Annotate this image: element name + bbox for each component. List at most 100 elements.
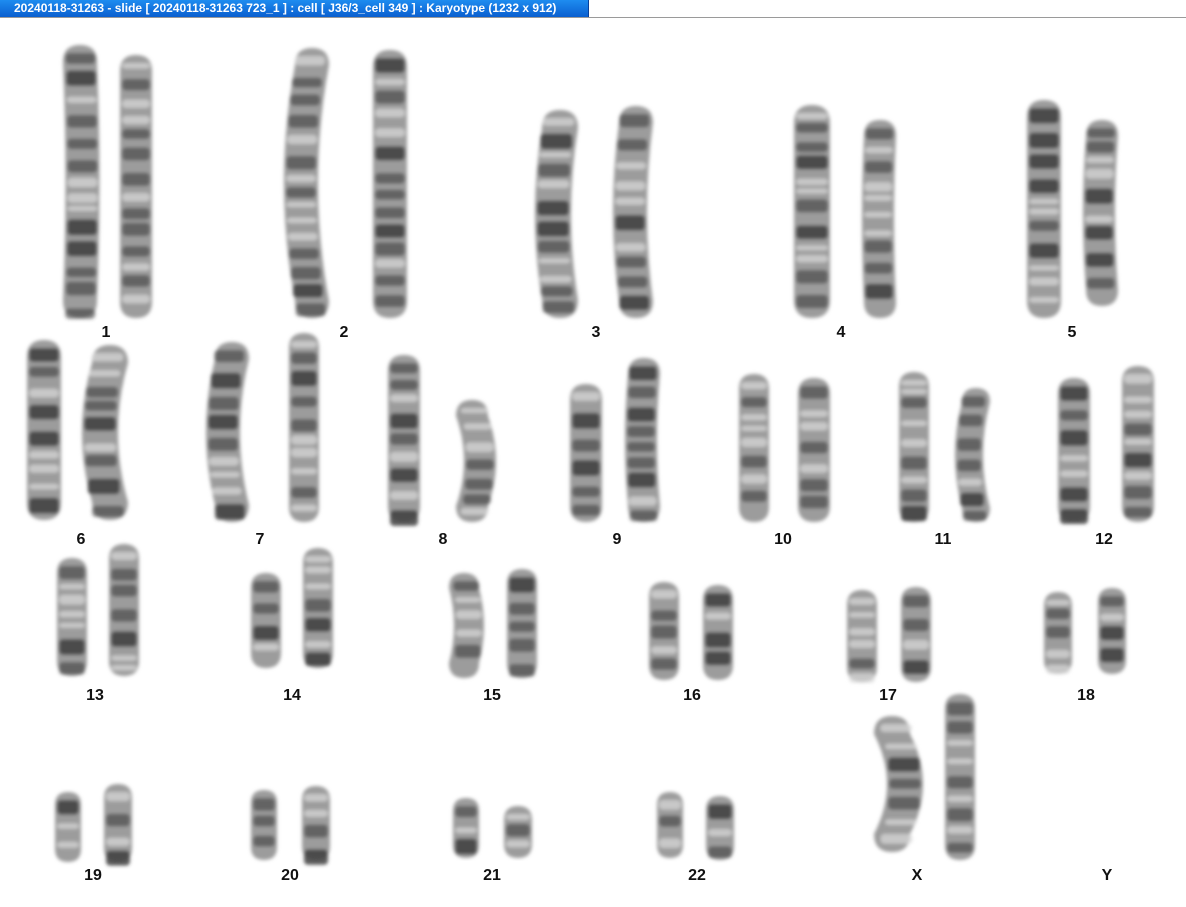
chromosome-band	[1085, 188, 1114, 204]
chromosome-band	[65, 53, 96, 64]
chromatid	[302, 786, 330, 865]
chromosome-band	[627, 441, 656, 452]
chromosome-band	[122, 128, 150, 140]
chromosome-band	[628, 386, 657, 399]
chromosome-band	[542, 300, 575, 314]
chromosome-band	[903, 618, 929, 632]
chromosome-band	[253, 625, 279, 641]
chromosome-band	[540, 133, 573, 150]
chromosome-band	[800, 478, 828, 492]
chromosome-band	[84, 416, 117, 431]
chromosome-label: 14	[283, 687, 301, 704]
chromosome-band	[947, 758, 973, 765]
chromosome-band	[800, 422, 828, 431]
chromosome-pair-11	[899, 372, 990, 522]
chromosome-band	[901, 420, 927, 427]
chromosome-band	[864, 262, 893, 274]
chromosome-band	[651, 625, 677, 639]
chromosome-band	[800, 410, 828, 417]
chromatid	[794, 105, 830, 318]
window-title-bar[interactable]: 20240118-31263 - slide [ 20240118-31263 …	[0, 0, 589, 17]
chromosome-band	[375, 207, 405, 219]
chromosome-band	[29, 431, 59, 447]
chromosome-band	[375, 242, 405, 256]
chromosome-band	[705, 612, 731, 620]
chromosome-band	[291, 370, 317, 387]
chromosome-band	[59, 594, 85, 605]
chromosome-band	[208, 437, 239, 452]
chromosome-band	[375, 172, 405, 184]
chromosome-band	[796, 142, 828, 153]
chromosome-band	[111, 608, 137, 622]
chromosome-pair-17	[847, 587, 931, 683]
chromosome-band	[390, 510, 418, 526]
chromosome-label: 7	[255, 531, 265, 548]
chromosome-band	[864, 211, 893, 218]
chromosome-band	[291, 447, 317, 458]
chromosome-band	[538, 258, 571, 264]
chromosome-band	[947, 775, 973, 789]
chromosome-band	[455, 838, 477, 855]
chromosome-band	[1060, 386, 1088, 402]
chromosome-band	[122, 294, 150, 304]
chromosome-band	[122, 78, 150, 91]
chromosome-band	[539, 152, 572, 158]
chromosome-pair-22	[657, 792, 734, 860]
chromosome-band	[962, 510, 987, 522]
chromosome-band	[215, 503, 246, 520]
chromatid	[1044, 592, 1072, 674]
chromosome-pair-2	[284, 48, 407, 318]
chromatid	[284, 48, 329, 318]
chromosome-band	[705, 593, 731, 608]
chromosome-band	[864, 240, 893, 253]
chromatid	[206, 342, 249, 522]
chromosome-band	[1100, 596, 1124, 607]
chromosome-pair-13	[57, 544, 139, 676]
chromosome-band	[214, 350, 245, 363]
chromosome-band	[903, 595, 929, 608]
chromosome-band	[947, 740, 973, 746]
chromosome-band	[375, 275, 405, 287]
chromosome-label: X	[911, 867, 923, 884]
chromosome-band	[628, 496, 657, 506]
chromosome-band	[91, 353, 124, 362]
chromosome-label: 5	[1067, 324, 1077, 341]
chromosome-band	[616, 162, 647, 170]
chromosome-band	[651, 590, 677, 599]
chromosome-pair-4	[794, 105, 896, 318]
chromosome-band	[1029, 297, 1059, 303]
chromatid	[1027, 100, 1061, 318]
chromosome-band	[375, 108, 405, 118]
chromosome-band	[289, 248, 320, 260]
chromosome-band	[460, 408, 489, 414]
chromosome-band	[29, 497, 59, 514]
chromosome-band	[291, 504, 317, 512]
chromosome-band	[800, 441, 828, 454]
chromosome-band	[122, 222, 150, 236]
chromatid	[109, 544, 139, 676]
chromosome-pair-20	[251, 786, 330, 865]
chromosome-band	[84, 400, 117, 411]
chromosome-band	[509, 621, 535, 633]
chromosome-band	[901, 489, 927, 503]
chromatid	[456, 400, 496, 522]
chromosome-band	[741, 455, 767, 468]
chromosome-band	[286, 174, 317, 182]
chromosome-band	[1085, 252, 1114, 268]
chromosome-band	[947, 826, 973, 834]
chromosome-band	[849, 673, 875, 683]
chromatid	[289, 333, 319, 522]
chromosome-band	[67, 138, 98, 150]
chromosome-band	[67, 177, 98, 188]
chromosome-band	[305, 598, 331, 612]
chromosome-band	[1060, 429, 1088, 446]
chromosome-band	[210, 372, 241, 389]
chromatid	[901, 587, 931, 682]
chromosome-label: 9	[612, 531, 622, 548]
chromosome-band	[455, 610, 482, 620]
chromosome-band	[537, 180, 570, 189]
chromosome-band	[253, 815, 275, 827]
chromosome-pair-21	[453, 798, 532, 858]
chromosome-band	[509, 602, 535, 615]
chromosome-band	[304, 824, 328, 838]
